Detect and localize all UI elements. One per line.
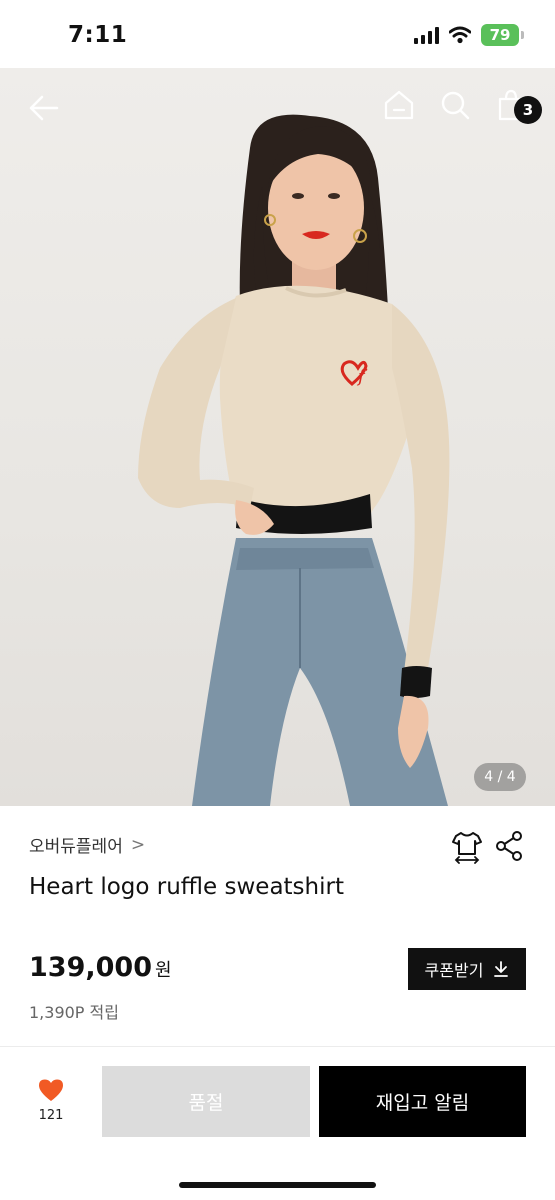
price: 139,000 원 [29,952,172,983]
status-bar: 7:11 79 [0,0,555,68]
search-icon [441,91,470,120]
cart-count-badge: 3 [514,96,542,124]
coupon-download-button[interactable]: 쿠폰받기 [408,948,526,990]
share-button[interactable] [494,830,526,864]
status-icons: 79 [414,24,524,46]
product-title: Heart logo ruffle sweatshirt [29,874,344,900]
heart-icon [39,1079,63,1101]
size-guide-icon [452,832,482,864]
share-icon [496,831,522,861]
gallery-page-indicator: 4 / 4 [474,763,526,791]
home-icon [384,90,414,120]
coupon-label: 쿠폰받기 [424,961,484,980]
battery-indicator: 79 [481,24,524,46]
restock-alert-button[interactable]: 재입고 알림 [319,1066,526,1137]
battery-level: 79 [489,26,511,44]
soldout-button[interactable]: 품절 [102,1066,310,1137]
back-arrow-icon [29,95,59,121]
chevron-right-icon: > [130,834,146,855]
download-icon [494,961,509,977]
reward-points: 1,390P 적립 [29,1003,119,1022]
cellular-signal-icon [414,26,439,44]
brand-link[interactable]: 오버듀플레어 > [29,832,146,858]
home-button[interactable] [378,84,420,126]
divider [0,1046,555,1047]
brand-name: 오버듀플레어 [29,837,123,857]
search-button[interactable] [434,84,476,126]
like-count: 121 [38,1108,64,1123]
price-amount: 139,000 [29,952,152,983]
price-unit: 원 [154,960,172,981]
size-guide-button[interactable] [450,830,484,864]
home-indicator[interactable] [179,1182,376,1188]
product-image-gallery[interactable]: f 3 4 / 4 [0,68,555,806]
wifi-icon [449,26,471,44]
status-time: 7:11 [68,22,128,48]
product-photo: f [138,114,450,806]
like-button[interactable]: 121 [28,1078,74,1130]
back-button[interactable] [22,86,66,130]
